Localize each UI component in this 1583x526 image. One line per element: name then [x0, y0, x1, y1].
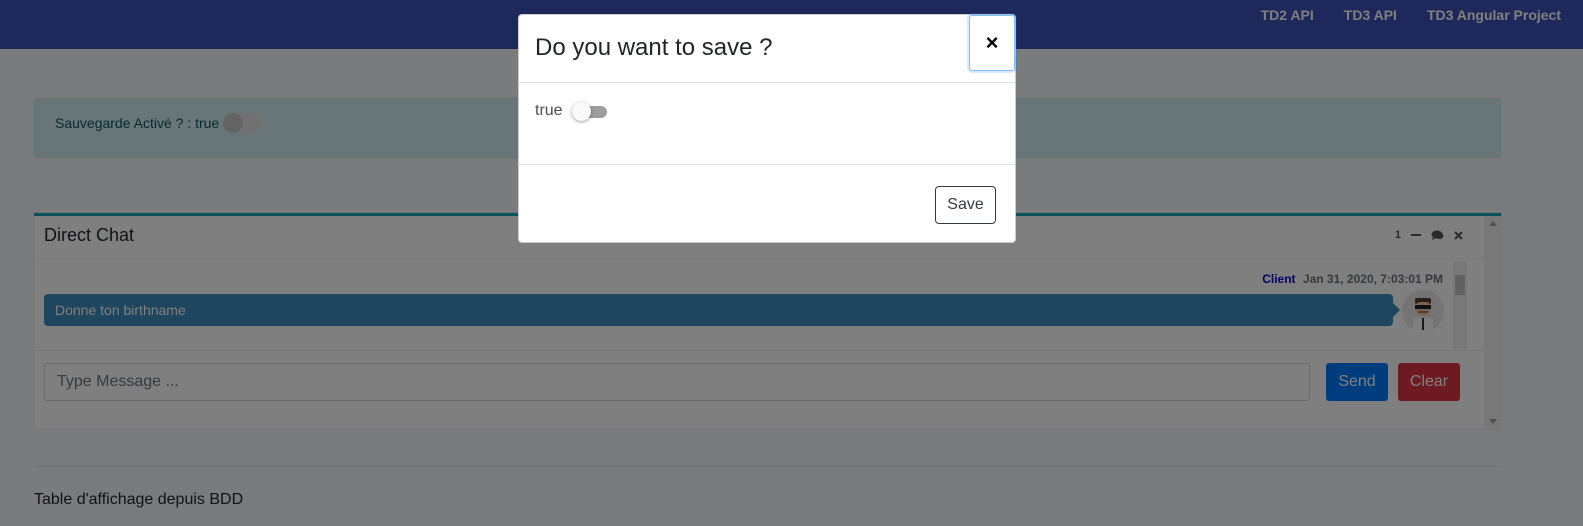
- toggle-knob: [572, 102, 591, 121]
- modal-title: Do you want to save ?: [535, 34, 773, 61]
- modal-body: true: [519, 83, 1015, 165]
- toggle-label: true: [535, 102, 563, 119]
- modal-close-button[interactable]: ×: [969, 15, 1015, 71]
- modal-header: Do you want to save ? ×: [519, 15, 1015, 83]
- save-modal: Do you want to save ? × true Save: [518, 14, 1016, 243]
- save-button[interactable]: Save: [935, 186, 996, 224]
- save-toggle[interactable]: [572, 102, 607, 121]
